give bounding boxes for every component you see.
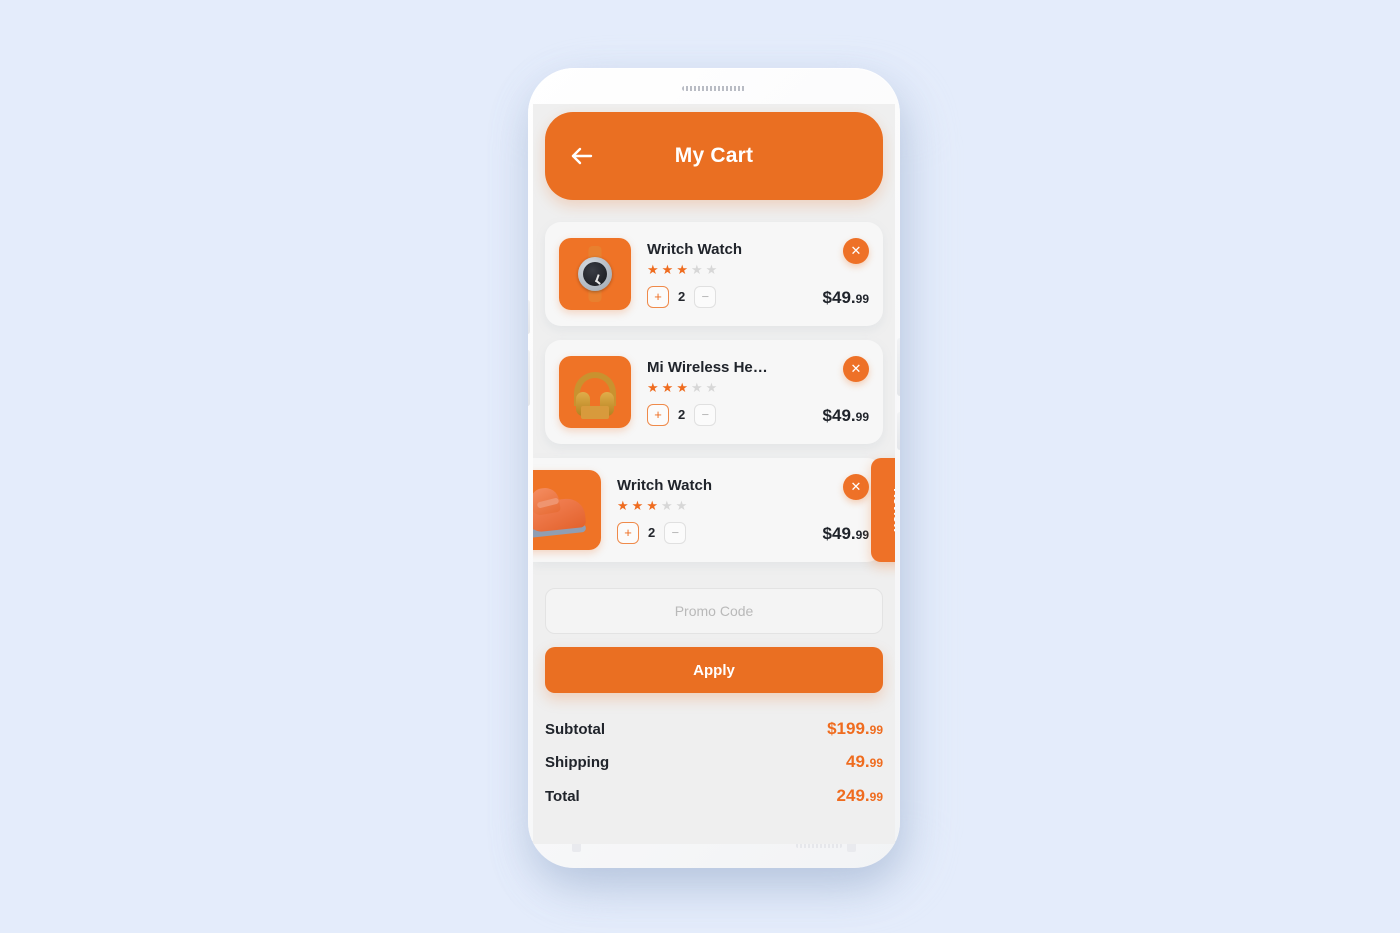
star-icon: ★ xyxy=(661,261,674,277)
star-icon: ★ xyxy=(646,497,658,513)
rating-stars: ★ ★ ★ ★ ★ xyxy=(617,499,823,512)
product-price: $49.99 xyxy=(823,524,869,544)
phone-power-button[interactable] xyxy=(897,338,900,396)
summary-value: 249.99 xyxy=(837,786,883,806)
order-summary: Subtotal $199.99 Shipping 49.99 Total 24… xyxy=(545,719,883,806)
phone-volume-down-button[interactable] xyxy=(528,350,530,406)
item-actions: ✕ $49.99 xyxy=(823,340,869,444)
summary-cents: 99 xyxy=(869,790,883,804)
star-icon: ★ xyxy=(617,497,629,513)
star-icon: ★ xyxy=(690,261,703,277)
product-thumbnail-headphones[interactable] xyxy=(559,356,631,428)
summary-cents: 99 xyxy=(869,756,883,770)
swipe-review-label: Review xyxy=(890,487,896,533)
quantity-stepper: + 2 − xyxy=(647,285,823,308)
cart-item-list: Writch Watch ★ ★ ★ ★ ★ + 2 − ✕ $49.99 Mi… xyxy=(533,222,895,562)
product-info: Writch Watch ★ ★ ★ ★ ★ + 2 − xyxy=(601,477,823,544)
star-icon: ★ xyxy=(705,261,718,277)
cart-item-row[interactable]: Mi Wireless He… ★ ★ ★ ★ ★ + 2 − ✕ $49.99 xyxy=(545,340,883,444)
increment-button[interactable]: + xyxy=(617,521,639,544)
price-cents: 99 xyxy=(855,410,869,424)
product-price: $49.99 xyxy=(823,288,869,308)
remove-item-button[interactable]: ✕ xyxy=(843,474,869,500)
back-arrow-icon[interactable] xyxy=(569,143,595,169)
quantity-stepper: + 2 − xyxy=(617,521,823,544)
promo-code-input[interactable]: Promo Code xyxy=(545,588,883,634)
product-thumbnail-watch[interactable] xyxy=(559,238,631,310)
star-icon: ★ xyxy=(676,379,688,395)
summary-amount: 249. xyxy=(836,786,870,805)
app-header: My Cart xyxy=(545,112,883,200)
star-icon: ★ xyxy=(661,379,674,395)
product-name: Writch Watch xyxy=(617,476,713,494)
increment-button[interactable]: + xyxy=(647,285,669,308)
swipe-review-button[interactable]: Review xyxy=(871,458,895,562)
summary-row-total: Total 249.99 xyxy=(545,786,883,806)
decrement-button[interactable]: − xyxy=(694,403,717,426)
quantity-value: 2 xyxy=(678,407,686,422)
summary-row-shipping: Shipping 49.99 xyxy=(545,752,883,772)
phone-volume-up-button[interactable] xyxy=(528,300,530,334)
item-actions: ✕ $49.99 xyxy=(823,458,869,562)
product-price: $49.99 xyxy=(823,406,869,426)
product-name: Writch Watch xyxy=(647,240,743,258)
price-amount: $49. xyxy=(822,406,856,425)
star-icon: ★ xyxy=(705,379,718,395)
summary-amount: $199. xyxy=(827,719,870,738)
item-actions: ✕ $49.99 xyxy=(823,222,869,326)
product-thumbnail-shoe[interactable] xyxy=(533,470,601,550)
rating-stars: ★ ★ ★ ★ ★ xyxy=(647,263,823,276)
quantity-value: 2 xyxy=(678,289,686,304)
rating-stars: ★ ★ ★ ★ ★ xyxy=(647,381,823,394)
decrement-button[interactable]: − xyxy=(664,521,687,544)
phone-mockup: My Cart Writch Watch ★ ★ ★ ★ ★ + 2 − ✕ $… xyxy=(528,68,900,868)
product-info: Mi Wireless He… ★ ★ ★ ★ ★ + 2 − xyxy=(631,359,823,426)
cart-item-row[interactable]: Writch Watch ★ ★ ★ ★ ★ + 2 − ✕ $49.99 xyxy=(545,222,883,326)
summary-value: 49.99 xyxy=(846,752,883,772)
summary-label: Shipping xyxy=(545,754,610,771)
price-cents: 99 xyxy=(855,528,869,542)
star-icon: ★ xyxy=(660,497,673,513)
price-amount: $49. xyxy=(822,524,856,543)
page-title: My Cart xyxy=(674,144,754,167)
price-amount: $49. xyxy=(822,288,856,307)
star-icon: ★ xyxy=(675,497,688,513)
app-screen: My Cart Writch Watch ★ ★ ★ ★ ★ + 2 − ✕ $… xyxy=(533,104,895,844)
star-icon: ★ xyxy=(647,379,659,395)
quantity-value: 2 xyxy=(648,525,656,540)
promo-section: Promo Code Apply xyxy=(545,588,883,693)
product-info: Writch Watch ★ ★ ★ ★ ★ + 2 − xyxy=(631,241,823,308)
summary-cents: 99 xyxy=(869,723,883,737)
phone-earpiece-speaker xyxy=(682,86,746,91)
summary-label: Subtotal xyxy=(545,721,605,738)
remove-item-button[interactable]: ✕ xyxy=(843,356,869,382)
phone-assistant-button[interactable] xyxy=(897,412,900,450)
decrement-button[interactable]: − xyxy=(694,285,717,308)
remove-item-button[interactable]: ✕ xyxy=(843,238,869,264)
increment-button[interactable]: + xyxy=(647,403,669,426)
quantity-stepper: + 2 − xyxy=(647,403,823,426)
summary-amount: 49. xyxy=(846,752,870,771)
apply-button[interactable]: Apply xyxy=(545,647,883,693)
cart-item-row-swiped[interactable]: Writch Watch ★ ★ ★ ★ ★ + 2 − ✕ $49.99 Re… xyxy=(533,458,895,562)
star-icon: ★ xyxy=(676,261,688,277)
star-icon: ★ xyxy=(631,497,644,513)
product-name: Mi Wireless He… xyxy=(647,358,768,376)
price-cents: 99 xyxy=(855,292,869,306)
summary-label: Total xyxy=(545,788,580,805)
star-icon: ★ xyxy=(690,379,703,395)
summary-value: $199.99 xyxy=(827,719,883,739)
summary-row-subtotal: Subtotal $199.99 xyxy=(545,719,883,739)
star-icon: ★ xyxy=(647,261,659,277)
